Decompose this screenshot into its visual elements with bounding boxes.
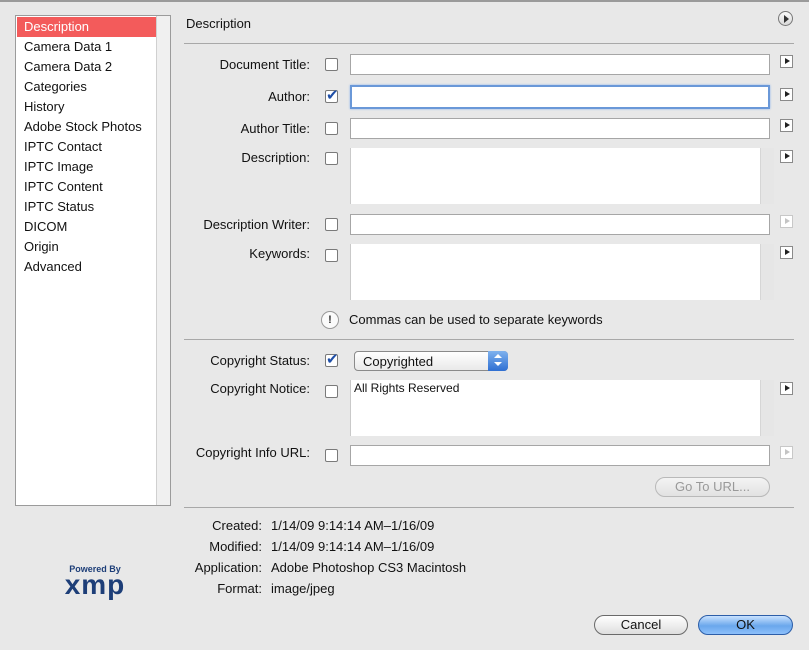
document-title-input[interactable] — [350, 54, 770, 75]
copyright-status-label: Copyright Status: — [210, 353, 310, 368]
circle-arrow-icon[interactable] — [778, 11, 793, 26]
description-menu-button[interactable] — [780, 150, 793, 163]
copyright-status-checkbox[interactable] — [325, 350, 339, 368]
keywords-scrollbar[interactable] — [760, 244, 774, 300]
keywords-hint: Commas can be used to separate keywords — [349, 312, 603, 327]
header-divider — [184, 43, 794, 44]
copyright-notice-checkbox[interactable] — [325, 385, 338, 398]
category-list[interactable]: Description Camera Data 1 Camera Data 2 … — [15, 15, 171, 506]
description-writer-label: Description Writer: — [203, 217, 310, 232]
description-scrollbar[interactable] — [760, 148, 774, 204]
author-input[interactable] — [350, 85, 770, 109]
sidebar-item-history[interactable]: History — [17, 97, 156, 117]
author-title-input[interactable] — [350, 118, 770, 139]
document-title-label: Document Title: — [219, 57, 310, 72]
copyright-url-label: Copyright Info URL: — [195, 445, 310, 460]
copyright-divider — [184, 339, 794, 340]
copyright-url-checkbox[interactable] — [325, 449, 338, 462]
copyright-status-value: Copyrighted — [363, 354, 434, 369]
sidebar-item-iptc-content[interactable]: IPTC Content — [17, 177, 156, 197]
sidebar-item-dicom[interactable]: DICOM — [17, 217, 156, 237]
sidebar-item-iptc-image[interactable]: IPTC Image — [17, 157, 156, 177]
sidebar-scrollbar[interactable] — [156, 16, 170, 505]
keywords-textarea[interactable] — [350, 244, 774, 300]
sidebar-item-iptc-status[interactable]: IPTC Status — [17, 197, 156, 217]
section-title: Description — [186, 16, 252, 31]
created-value: 1/14/09 9:14:14 AM–1/16/09 — [271, 518, 435, 533]
sidebar-item-camera-data-2[interactable]: Camera Data 2 — [17, 57, 156, 77]
keywords-menu-button[interactable] — [780, 246, 793, 259]
window-top-border — [0, 0, 809, 2]
author-title-label: Author Title: — [240, 121, 310, 136]
meta-divider — [184, 507, 794, 508]
sidebar-item-iptc-contact[interactable]: IPTC Contact — [17, 137, 156, 157]
copyright-notice-textarea[interactable]: All Rights Reserved — [350, 380, 774, 436]
description-writer-input[interactable] — [350, 214, 770, 235]
description-textarea[interactable] — [350, 148, 774, 204]
author-checkbox[interactable] — [325, 86, 339, 104]
description-checkbox[interactable] — [325, 152, 338, 165]
sidebar-item-origin[interactable]: Origin — [17, 237, 156, 257]
sidebar-item-adobe-stock-photos[interactable]: Adobe Stock Photos — [17, 117, 156, 137]
go-to-url-button[interactable]: Go To URL... — [655, 477, 770, 497]
copyright-notice-label: Copyright Notice: — [210, 381, 310, 396]
copyright-notice-menu-button[interactable] — [780, 382, 793, 395]
copyright-notice-scrollbar[interactable] — [760, 380, 774, 436]
format-value: image/jpeg — [271, 581, 335, 596]
sidebar-item-camera-data-1[interactable]: Camera Data 1 — [17, 37, 156, 57]
sidebar-item-description[interactable]: Description — [17, 17, 156, 37]
author-title-checkbox[interactable] — [325, 122, 338, 135]
description-writer-checkbox[interactable] — [325, 218, 338, 231]
info-icon: ! — [321, 311, 339, 329]
created-label: Created: — [212, 518, 262, 533]
copyright-url-input[interactable] — [350, 445, 770, 466]
select-arrows-icon — [488, 351, 508, 371]
cancel-button[interactable]: Cancel — [594, 615, 688, 635]
ok-button[interactable]: OK — [698, 615, 793, 635]
copyright-status-select[interactable]: Copyrighted — [354, 351, 508, 371]
xmp-logo: xmp — [64, 569, 126, 600]
description-label: Description: — [241, 150, 310, 165]
sidebar-item-categories[interactable]: Categories — [17, 77, 156, 97]
sidebar-item-advanced[interactable]: Advanced — [17, 257, 156, 277]
author-menu-button[interactable] — [780, 88, 793, 101]
keywords-label: Keywords: — [249, 246, 310, 261]
application-value: Adobe Photoshop CS3 Macintosh — [271, 560, 467, 575]
document-title-menu-button[interactable] — [780, 55, 793, 68]
document-title-checkbox[interactable] — [325, 58, 338, 71]
author-title-menu-button[interactable] — [780, 119, 793, 132]
copyright-url-menu-button[interactable] — [780, 446, 793, 459]
description-writer-menu-button[interactable] — [780, 215, 793, 228]
modified-label: Modified: — [209, 539, 262, 554]
application-label: Application: — [194, 560, 262, 575]
author-label: Author: — [268, 89, 310, 104]
keywords-checkbox[interactable] — [325, 249, 338, 262]
format-label: Format: — [217, 581, 262, 596]
modified-value: 1/14/09 9:14:14 AM–1/16/09 — [271, 539, 435, 554]
